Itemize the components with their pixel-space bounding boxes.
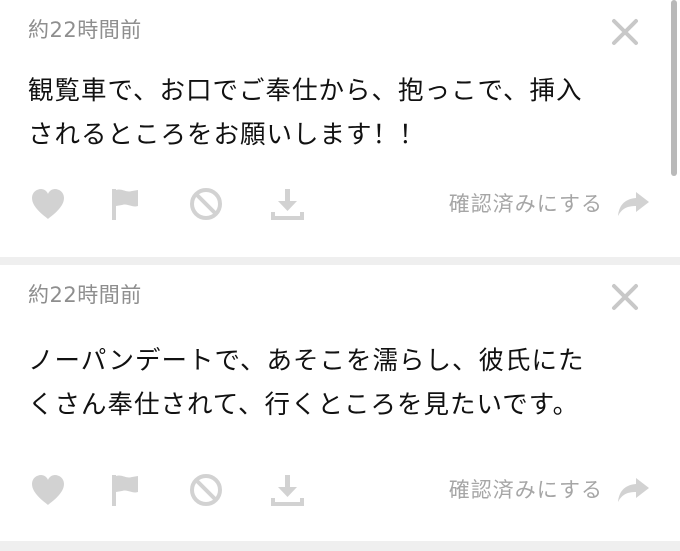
download-icon[interactable]: [267, 186, 307, 222]
scrollbar[interactable]: [671, 0, 677, 176]
notification-card: 約22時間前 観覧車で、お口でご奉仕から、抱っこで、挿入 されるところをお願いし…: [0, 0, 665, 257]
flag-icon[interactable]: [106, 186, 146, 222]
confirm-button[interactable]: 確認済みにする: [449, 474, 603, 504]
timestamp: 約22時間前: [28, 18, 142, 42]
message-line: くさん奉仕されて、行くところを見たいです。: [28, 390, 580, 420]
message-text: ノーパンデートで、あそこを濡らし、彼氏にた くさん奉仕されて、行くところを見たい…: [28, 339, 648, 427]
heart-icon[interactable]: [28, 472, 68, 508]
share-arrow-icon[interactable]: [615, 189, 651, 219]
card-divider: [0, 541, 680, 551]
ban-icon[interactable]: [186, 472, 226, 508]
flag-icon[interactable]: [106, 472, 146, 508]
timestamp: 約22時間前: [28, 283, 142, 307]
download-icon[interactable]: [267, 472, 307, 508]
close-icon[interactable]: [609, 16, 641, 48]
action-bar: 確認済みにする: [0, 468, 665, 512]
message-line: されるところをお願いします！！: [28, 120, 426, 150]
share-arrow-icon[interactable]: [615, 475, 651, 505]
confirm-button[interactable]: 確認済みにする: [449, 188, 603, 218]
action-bar: 確認済みにする: [0, 182, 665, 226]
notification-card: 約22時間前 ノーパンデートで、あそこを濡らし、彼氏にた くさん奉仕されて、行く…: [0, 265, 665, 541]
message-line: ノーパンデートで、あそこを濡らし、彼氏にた: [28, 346, 585, 376]
close-icon[interactable]: [609, 281, 641, 313]
card-divider: [0, 257, 680, 265]
ban-icon[interactable]: [186, 186, 226, 222]
message-text: 観覧車で、お口でご奉仕から、抱っこで、挿入 されるところをお願いします！！: [28, 69, 648, 157]
heart-icon[interactable]: [28, 186, 68, 222]
message-line: 観覧車で、お口でご奉仕から、抱っこで、挿入: [28, 76, 583, 106]
